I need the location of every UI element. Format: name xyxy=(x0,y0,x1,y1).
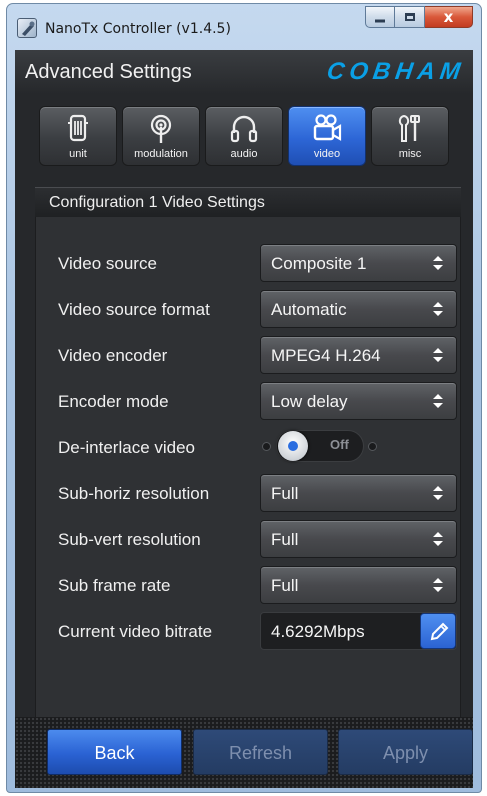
updown-arrows-icon xyxy=(433,302,443,316)
setting-row-video-source: Video source Composite 1 xyxy=(36,242,460,282)
select-value: Full xyxy=(271,530,299,549)
tab-audio[interactable]: audio xyxy=(205,106,283,166)
select-value: Low delay xyxy=(271,392,348,411)
toggle-indicator-dot xyxy=(368,442,377,451)
sub-horiz-resolution-select[interactable]: Full xyxy=(260,474,457,512)
setting-label: Video encoder xyxy=(58,346,168,365)
deinterlace-toggle[interactable]: Off xyxy=(260,430,378,462)
pencil-icon xyxy=(430,622,449,641)
sub-vert-resolution-select[interactable]: Full xyxy=(260,520,457,558)
video-source-format-select[interactable]: Automatic xyxy=(260,290,457,328)
setting-row-deinterlace: De-interlace video Off xyxy=(36,426,460,466)
minimize-button[interactable] xyxy=(365,6,395,28)
tab-video[interactable]: video xyxy=(288,106,366,166)
toggle-state-label: Off xyxy=(330,437,349,452)
antenna-icon xyxy=(150,114,172,143)
select-value: Full xyxy=(271,484,299,503)
setting-label: Sub frame rate xyxy=(58,576,171,595)
setting-row-sub-horiz-resolution: Sub-horiz resolution Full xyxy=(36,472,460,512)
select-value: Automatic xyxy=(271,300,347,319)
updown-arrows-icon xyxy=(433,486,443,500)
app-icon xyxy=(17,18,37,38)
updown-arrows-icon xyxy=(433,256,443,270)
setting-row-sub-frame-rate: Sub frame rate Full xyxy=(36,564,460,604)
updown-arrows-icon xyxy=(433,532,443,546)
app-content: Advanced Settings COBHAM unit modulation… xyxy=(15,50,473,788)
setting-row-video-encoder: Video encoder MPEG4 H.264 xyxy=(36,334,460,374)
tools-icon xyxy=(398,114,420,142)
video-source-select[interactable]: Composite 1 xyxy=(260,244,457,282)
close-button[interactable]: x xyxy=(425,6,473,28)
setting-label: Sub-horiz resolution xyxy=(58,484,210,503)
tab-label: video xyxy=(313,148,341,160)
updown-arrows-icon xyxy=(433,578,443,592)
headphones-icon xyxy=(230,115,258,143)
tab-modulation[interactable]: modulation xyxy=(122,106,200,166)
encoder-mode-select[interactable]: Low delay xyxy=(260,382,457,420)
panel-title: Configuration 1 Video Settings xyxy=(49,194,265,211)
settings-panel: Video source Composite 1 Video source fo… xyxy=(35,217,461,717)
tab-label: misc xyxy=(398,148,422,160)
window-title: NanoTx Controller (v1.4.5) xyxy=(45,21,231,37)
edit-bitrate-button[interactable] xyxy=(420,613,456,649)
maximize-icon xyxy=(404,13,415,21)
updown-arrows-icon xyxy=(433,394,443,408)
tab-misc[interactable]: misc xyxy=(371,106,449,166)
setting-row-current-bitrate: Current video bitrate 4.6292Mbps xyxy=(36,610,460,650)
app-header: Advanced Settings COBHAM xyxy=(15,50,473,94)
select-value: Composite 1 xyxy=(271,254,367,273)
close-icon: x xyxy=(443,8,454,26)
tab-label: modulation xyxy=(134,148,188,160)
toggle-knob[interactable] xyxy=(278,431,308,461)
select-value: MPEG4 H.264 xyxy=(271,346,381,365)
page-title: Advanced Settings xyxy=(25,61,192,83)
refresh-button[interactable]: Refresh xyxy=(193,729,328,775)
apply-button[interactable]: Apply xyxy=(338,729,473,775)
setting-label: Current video bitrate xyxy=(58,622,213,641)
setting-row-sub-vert-resolution: Sub-vert resolution Full xyxy=(36,518,460,558)
minimize-icon xyxy=(375,19,385,23)
tab-bar: unit modulation audio video misc xyxy=(39,106,449,168)
setting-row-video-source-format: Video source format Automatic xyxy=(36,288,460,328)
select-value: Full xyxy=(271,576,299,595)
back-button[interactable]: Back xyxy=(47,729,182,775)
tab-unit[interactable]: unit xyxy=(39,106,117,166)
setting-label: Video source format xyxy=(58,300,210,319)
title-bar[interactable]: NanoTx Controller (v1.4.5) x xyxy=(7,4,481,48)
updown-arrows-icon xyxy=(433,348,443,362)
toggle-indicator-dot xyxy=(262,442,271,451)
bitrate-value: 4.6292Mbps xyxy=(271,622,365,641)
setting-label: Encoder mode xyxy=(58,392,169,411)
setting-row-encoder-mode: Encoder mode Low delay xyxy=(36,380,460,420)
maximize-button[interactable] xyxy=(395,6,425,28)
setting-label: Video source xyxy=(58,254,157,273)
tab-label: audio xyxy=(230,148,258,160)
app-window: NanoTx Controller (v1.4.5) x Advanced Se… xyxy=(6,3,482,793)
device-icon xyxy=(68,114,88,142)
brand-logo: COBHAM xyxy=(325,58,467,85)
bitrate-display: 4.6292Mbps xyxy=(260,612,457,650)
video-camera-icon xyxy=(313,114,342,141)
sub-frame-rate-select[interactable]: Full xyxy=(260,566,457,604)
window-controls: x xyxy=(365,6,473,28)
video-encoder-select[interactable]: MPEG4 H.264 xyxy=(260,336,457,374)
panel-header: Configuration 1 Video Settings xyxy=(35,187,461,217)
setting-label: De-interlace video xyxy=(58,438,196,457)
footer-bar: Back Refresh Apply xyxy=(15,717,473,788)
tab-label: unit xyxy=(69,148,87,160)
setting-label: Sub-vert resolution xyxy=(58,530,201,549)
